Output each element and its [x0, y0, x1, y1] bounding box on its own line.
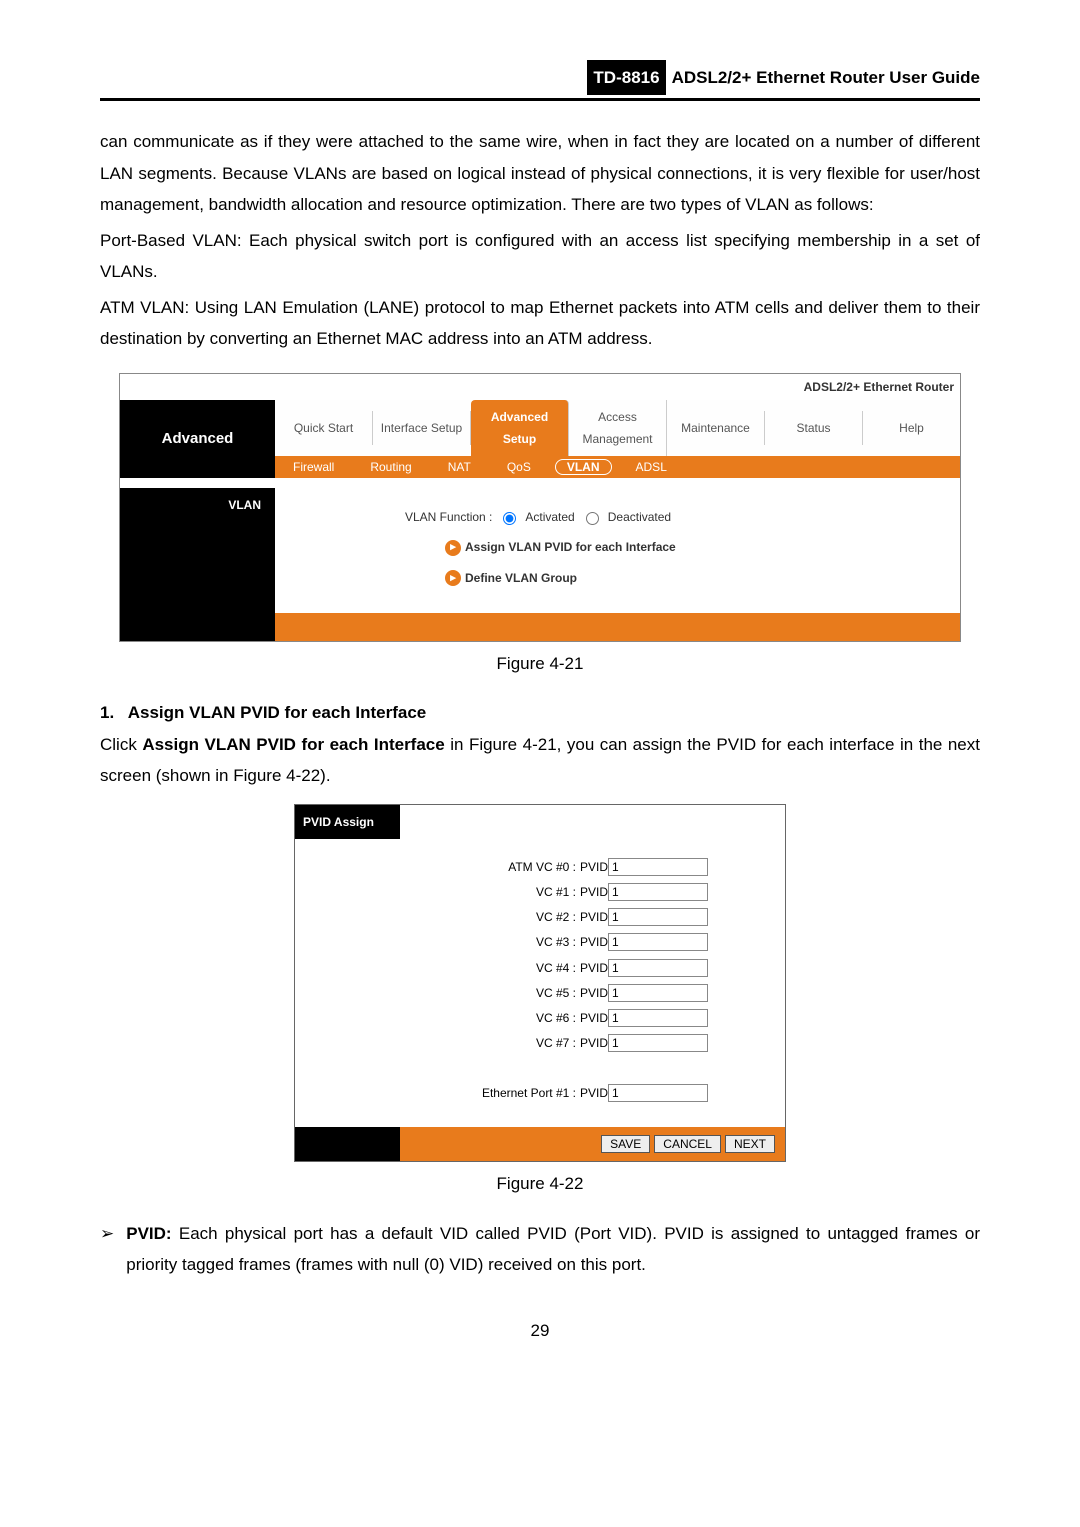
paragraph-intro: can communicate as if they were attached… [100, 126, 980, 220]
list-item-number: 1. [100, 703, 114, 722]
pvid-label: VC #7 : [416, 1032, 580, 1054]
radio-deactivated[interactable] [586, 512, 599, 525]
arrow-icon: ▸ [445, 570, 461, 586]
vlan-settings-body: VLAN Function : Activated Deactivated ▸ … [275, 488, 960, 613]
model-badge: TD-8816 [587, 60, 665, 95]
figure-pvid-ui: PVID Assign ATM VC #0 :PVID VC #1 :PVID … [294, 804, 786, 1163]
subtab-routing[interactable]: Routing [352, 456, 429, 478]
page-header: TD-8816 ADSL2/2+ Ethernet Router User Gu… [100, 60, 980, 98]
pvid-input-vc5[interactable] [608, 984, 708, 1002]
pvid-label: VC #1 : [416, 881, 580, 903]
pvid-input-vc2[interactable] [608, 908, 708, 926]
subtab-vlan[interactable]: VLAN [549, 456, 618, 478]
pvid-header: PVID Assign [295, 805, 400, 839]
pvid-input-vc3[interactable] [608, 933, 708, 951]
list-item-1: 1. Assign VLAN PVID for each Interface [100, 697, 980, 728]
pvid-label: VC #6 : [416, 1007, 580, 1029]
tab-access-management[interactable]: Access Management [569, 400, 667, 456]
pvid-input-vc0[interactable] [608, 858, 708, 876]
tab-status[interactable]: Status [765, 411, 863, 445]
figure-router-ui: ADSL2/2+ Ethernet Router Advanced Quick … [119, 373, 961, 642]
tab-quick-start[interactable]: Quick Start [275, 411, 373, 445]
pvid-label: VC #2 : [416, 906, 580, 928]
pvid-label: ATM VC #0 : [416, 856, 580, 878]
pvid-label: VC #3 : [416, 931, 580, 953]
guide-title: ADSL2/2+ Ethernet Router User Guide [672, 62, 980, 93]
footer-black [120, 613, 275, 641]
primary-tabs: Quick Start Interface Setup Advanced Set… [275, 400, 960, 456]
next-button[interactable]: NEXT [725, 1135, 775, 1153]
radio-activated[interactable] [503, 512, 516, 525]
vlan-function-label: VLAN Function : [405, 506, 492, 528]
subtab-firewall[interactable]: Firewall [275, 456, 352, 478]
figure-4-21-caption: Figure 4-21 [100, 648, 980, 679]
section-label-vlan: VLAN [120, 488, 275, 613]
arrow-icon: ➢ [100, 1218, 114, 1281]
list-item-title: Assign VLAN PVID for each Interface [128, 703, 427, 722]
pvid-eth-label: Ethernet Port #1 : [416, 1082, 580, 1104]
pvid-footer-black [295, 1127, 400, 1161]
pvid-input-vc6[interactable] [608, 1009, 708, 1027]
tab-maintenance[interactable]: Maintenance [667, 411, 765, 445]
footer-orange [275, 613, 960, 641]
pvid-desc-prefix: PVID: [126, 1224, 171, 1243]
cancel-button[interactable]: CANCEL [654, 1135, 721, 1153]
radio-activated-label: Activated [525, 506, 574, 528]
subtab-qos[interactable]: QoS [489, 456, 549, 478]
router-brand-label: ADSL2/2+ Ethernet Router [120, 374, 960, 400]
pvid-label: VC #5 : [416, 982, 580, 1004]
pvid-input-eth1[interactable] [608, 1084, 708, 1102]
tab-interface-setup[interactable]: Interface Setup [373, 411, 471, 445]
tab-help[interactable]: Help [863, 411, 960, 445]
paragraph-click-assign: Click Assign VLAN PVID for each Interfac… [100, 729, 980, 792]
subtab-nat[interactable]: NAT [430, 456, 489, 478]
link-define-vlan-group[interactable]: Define VLAN Group [465, 567, 577, 589]
save-button[interactable]: SAVE [601, 1135, 650, 1153]
secondary-tabs: Firewall Routing NAT QoS VLAN ADSL [275, 456, 960, 478]
paragraph-port-vlan: Port-Based VLAN: Each physical switch po… [100, 225, 980, 288]
tab-advanced-setup[interactable]: Advanced Setup [471, 400, 569, 456]
radio-deactivated-label: Deactivated [608, 506, 671, 528]
pvid-label: VC #4 : [416, 957, 580, 979]
pvid-input-vc7[interactable] [608, 1034, 708, 1052]
side-title-advanced: Advanced [120, 400, 275, 479]
pvid-input-vc4[interactable] [608, 959, 708, 977]
pvid-input-vc1[interactable] [608, 883, 708, 901]
paragraph-atm-vlan: ATM VLAN: Using LAN Emulation (LANE) pro… [100, 292, 980, 355]
figure-4-22-caption: Figure 4-22 [100, 1168, 980, 1199]
pvid-desc-text: Each physical port has a default VID cal… [126, 1224, 980, 1274]
link-assign-pvid[interactable]: Assign VLAN PVID for each Interface [465, 536, 676, 558]
pvid-description: ➢ PVID: Each physical port has a default… [100, 1218, 980, 1281]
header-divider [100, 98, 980, 101]
arrow-icon: ▸ [445, 540, 461, 556]
subtab-adsl[interactable]: ADSL [618, 456, 685, 478]
page-number: 29 [100, 1315, 980, 1346]
